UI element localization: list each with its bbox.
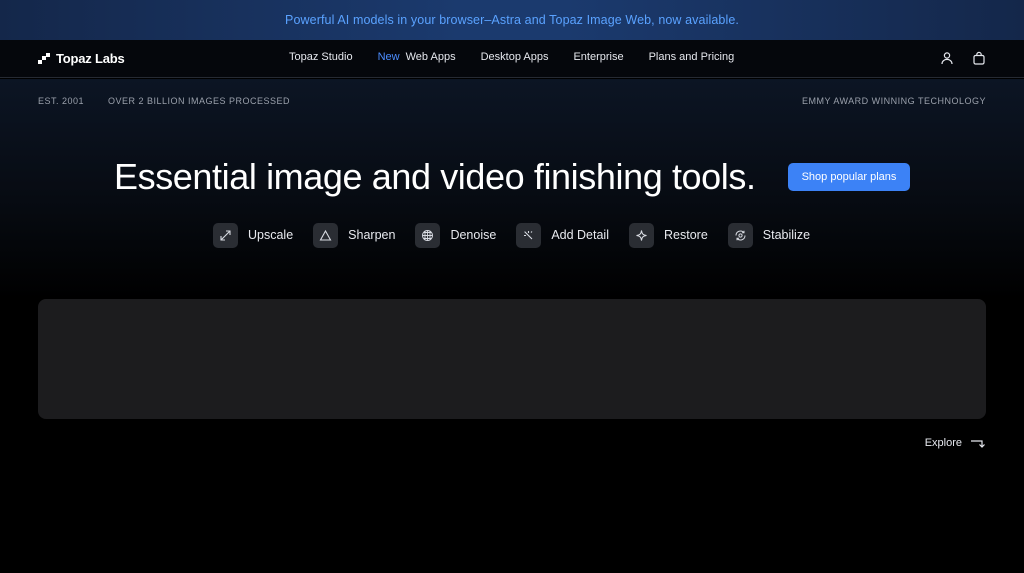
magic-wand-icon	[516, 222, 542, 248]
explore-link[interactable]: Explore	[925, 437, 986, 449]
triangle-icon	[313, 222, 339, 248]
topaz-logo-icon	[38, 52, 50, 65]
nav-link-enterprise[interactable]: Enterprise	[573, 51, 623, 63]
feature-denoise[interactable]: Denoise	[415, 222, 497, 248]
announcement-text[interactable]: Powerful AI models in your browser–Astra…	[285, 13, 739, 27]
images-processed-text: OVER 2 BILLION IMAGES PROCESSED	[108, 96, 291, 106]
nav-link-plans-and-pricing[interactable]: Plans and Pricing	[649, 51, 735, 63]
nav-link-topaz-studio[interactable]: Topaz Studio	[289, 51, 353, 63]
feature-stabilize[interactable]: Stabilize	[727, 222, 811, 248]
navbar: Topaz Labs Topaz Studio New Web Apps Desk…	[0, 40, 1024, 78]
emmy-award-text: EMMY AWARD WINNING TECHNOLOGY	[801, 96, 986, 106]
hero-headline-row: Essential image and video finishing tool…	[0, 156, 1024, 200]
sparkle-icon	[629, 222, 654, 248]
hero-headline: Essential image and video finishing tool…	[114, 156, 756, 197]
feature-label: Stabilize	[762, 228, 811, 242]
feature-label: Denoise	[450, 228, 497, 242]
cart-icon[interactable]	[972, 51, 986, 65]
feature-upscale[interactable]: Upscale	[213, 222, 294, 248]
page: Powerful AI models in your browser–Astra…	[0, 0, 1024, 573]
feature-label: Sharpen	[348, 228, 396, 242]
explore-label: Explore	[924, 437, 962, 449]
logo[interactable]: Topaz Labs	[38, 51, 125, 66]
feature-add-detail[interactable]: Add Detail	[516, 222, 609, 248]
logo-text: Topaz Labs	[56, 51, 125, 66]
new-badge: New	[377, 51, 400, 63]
feature-list: Upscale Sharpen Denoise Add Detail Resto…	[213, 222, 830, 248]
feature-sharpen[interactable]: Sharpen	[313, 222, 396, 248]
nav-link-web-apps[interactable]: New Web Apps	[378, 51, 456, 63]
globe-grid-icon	[415, 222, 441, 248]
meta-row: EST. 2001 OVER 2 BILLION IMAGES PROCESSE…	[38, 96, 986, 108]
announcement-banner[interactable]: Powerful AI models in your browser–Astra…	[0, 0, 1024, 40]
feature-label: Restore	[664, 228, 708, 242]
shop-popular-plans-button[interactable]: Shop popular plans	[788, 163, 910, 191]
account-icon[interactable]	[940, 51, 954, 65]
arrow-down-right-icon	[970, 437, 986, 449]
expand-arrows-icon	[213, 222, 238, 248]
nav-link-web-apps-label: Web Apps	[405, 51, 456, 63]
stabilize-icon	[727, 222, 753, 248]
established-text: EST. 2001	[38, 96, 85, 106]
media-panel	[38, 299, 986, 419]
feature-restore[interactable]: Restore	[629, 222, 708, 248]
feature-label: Add Detail	[551, 228, 609, 242]
feature-label: Upscale	[248, 228, 294, 242]
nav-links: Topaz Studio New Web Apps Desktop Apps En…	[289, 51, 759, 63]
nav-icons	[940, 51, 986, 65]
nav-link-desktop-apps[interactable]: Desktop Apps	[481, 51, 549, 63]
